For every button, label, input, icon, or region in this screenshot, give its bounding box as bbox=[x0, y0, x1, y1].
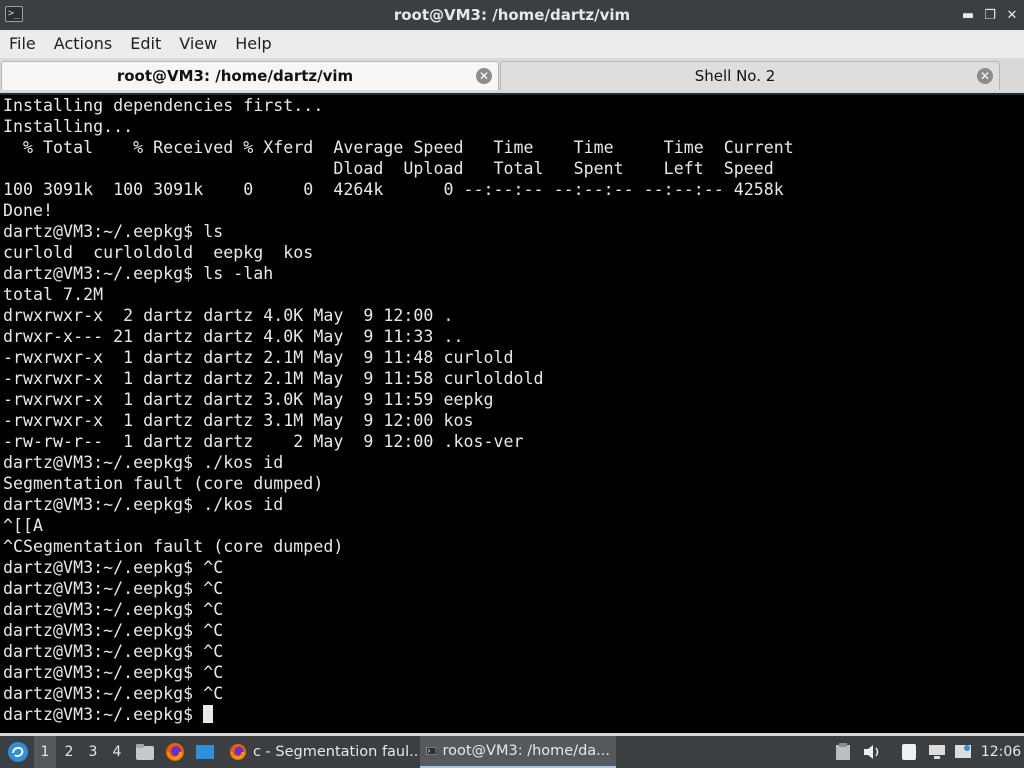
tab-label: Shell No. 2 bbox=[694, 67, 776, 85]
terminal-icon bbox=[426, 747, 437, 755]
task-terminal[interactable]: root@VM3: /home/da... bbox=[420, 736, 616, 768]
close-tab-icon[interactable]: ✕ bbox=[977, 68, 993, 84]
menu-bar: File Actions Edit View Help bbox=[0, 30, 1024, 58]
terminal-line: drwxrwxr-x 2 dartz dartz 4.0K May 9 12:0… bbox=[3, 306, 454, 325]
menu-view[interactable]: View bbox=[170, 30, 226, 58]
menu-file[interactable]: File bbox=[0, 30, 45, 58]
terminal-line: -rwxrwxr-x 1 dartz dartz 3.1M May 9 12:0… bbox=[3, 411, 474, 430]
terminal-prompt: dartz@VM3:~/.eepkg$ bbox=[3, 705, 204, 724]
terminal-line: Dload Upload Total Spent Left Speed bbox=[3, 159, 774, 178]
clock[interactable]: 12:06 bbox=[980, 736, 1022, 768]
task-label: root@VM3: /home/da... bbox=[442, 743, 610, 759]
terminal-line: % Total % Received % Xferd Average Speed… bbox=[3, 138, 794, 157]
menu-actions[interactable]: Actions bbox=[45, 30, 121, 58]
terminal-line: dartz@VM3:~/.eepkg$ ^C bbox=[3, 600, 224, 619]
terminal-line: Installing... bbox=[3, 117, 134, 136]
terminal-view[interactable]: Installing dependencies first... Install… bbox=[0, 93, 1024, 733]
close-tab-icon[interactable]: ✕ bbox=[476, 68, 492, 84]
terminal-line: ^[[A bbox=[3, 516, 44, 535]
tab-shell-2[interactable]: Shell No. 2 ✕ bbox=[500, 61, 1000, 90]
terminal-line: -rwxrwxr-x 1 dartz dartz 3.0K May 9 11:5… bbox=[3, 390, 494, 409]
terminal-line: drwxr-x--- 21 dartz dartz 4.0K May 9 11:… bbox=[3, 327, 464, 346]
terminal-line: -rwxrwxr-x 1 dartz dartz 2.1M May 9 11:4… bbox=[3, 348, 514, 367]
text-cursor bbox=[203, 705, 214, 723]
terminal-line: dartz@VM3:~/.eepkg$ ^C bbox=[3, 579, 224, 598]
notes-icon[interactable] bbox=[898, 736, 920, 768]
workspace-2[interactable]: 2 bbox=[58, 736, 80, 768]
tab-label: root@VM3: /home/dartz/vim bbox=[116, 67, 354, 85]
terminal-line: dartz@VM3:~/.eepkg$ ls bbox=[3, 222, 224, 241]
terminal-line: -rw-rw-r-- 1 dartz dartz 2 May 9 12:00 .… bbox=[3, 432, 524, 451]
taskbar: 1 2 3 4 c - Segmentation faul... root@VM… bbox=[0, 736, 1024, 768]
desktop-icon[interactable] bbox=[192, 736, 218, 768]
terminal-line: dartz@VM3:~/.eepkg$ ./kos id bbox=[3, 495, 284, 514]
update-icon[interactable] bbox=[952, 736, 974, 768]
terminal-output: Installing dependencies first... Install… bbox=[0, 95, 1024, 725]
terminal-line: ^CSegmentation fault (core dumped) bbox=[3, 537, 344, 556]
task-firefox[interactable]: c - Segmentation faul... bbox=[222, 736, 430, 768]
terminal-line: -rwxrwxr-x 1 dartz dartz 2.1M May 9 11:5… bbox=[3, 369, 544, 388]
terminal-line: dartz@VM3:~/.eepkg$ ^C bbox=[3, 621, 224, 640]
terminal-line: Segmentation fault (core dumped) bbox=[3, 474, 324, 493]
firefox-icon bbox=[229, 743, 247, 761]
restore-icon[interactable]: ❐ bbox=[979, 0, 1001, 30]
terminal-line: Installing dependencies first... bbox=[3, 96, 324, 115]
menu-edit[interactable]: Edit bbox=[121, 30, 170, 58]
workspace-1[interactable]: 1 bbox=[34, 736, 56, 768]
workspace-4[interactable]: 4 bbox=[106, 736, 128, 768]
terminal-line: 100 3091k 100 3091k 0 0 4264k 0 --:--:--… bbox=[3, 180, 784, 199]
menu-help[interactable]: Help bbox=[226, 30, 280, 58]
close-icon[interactable]: ✕ bbox=[1001, 0, 1023, 30]
volume-icon[interactable] bbox=[860, 736, 884, 768]
terminal-line: Done! bbox=[3, 201, 54, 220]
firefox-launcher-icon[interactable] bbox=[162, 736, 188, 768]
terminal-line: dartz@VM3:~/.eepkg$ ^C bbox=[3, 642, 224, 661]
terminal-line: dartz@VM3:~/.eepkg$ ^C bbox=[3, 663, 224, 682]
task-label: c - Segmentation faul... bbox=[253, 744, 423, 760]
tab-bar: root@VM3: /home/dartz/vim ✕ Shell No. 2 … bbox=[0, 58, 1024, 92]
tab-root-vim[interactable]: root@VM3: /home/dartz/vim ✕ bbox=[1, 61, 499, 90]
clipboard-icon[interactable] bbox=[832, 736, 854, 768]
terminal-line: total 7.2M bbox=[3, 285, 104, 304]
terminal-line: dartz@VM3:~/.eepkg$ ^C bbox=[3, 558, 224, 577]
terminal-line: dartz@VM3:~/.eepkg$ ./kos id bbox=[3, 453, 284, 472]
workspace-3[interactable]: 3 bbox=[82, 736, 104, 768]
terminal-line: dartz@VM3:~/.eepkg$ ^C bbox=[3, 684, 224, 703]
network-icon[interactable] bbox=[926, 736, 948, 768]
start-menu-icon[interactable] bbox=[4, 736, 32, 768]
window-titlebar[interactable]: >_ root@VM3: /home/dartz/vim ▬ ❐ ✕ bbox=[0, 0, 1024, 30]
minimize-icon[interactable]: ▬ bbox=[957, 0, 979, 30]
window-title: root@VM3: /home/dartz/vim bbox=[393, 6, 631, 24]
file-manager-icon[interactable] bbox=[132, 736, 158, 768]
terminal-line: curlold curloldold eepkg kos bbox=[3, 243, 314, 262]
terminal-line: dartz@VM3:~/.eepkg$ ls -lah bbox=[3, 264, 274, 283]
